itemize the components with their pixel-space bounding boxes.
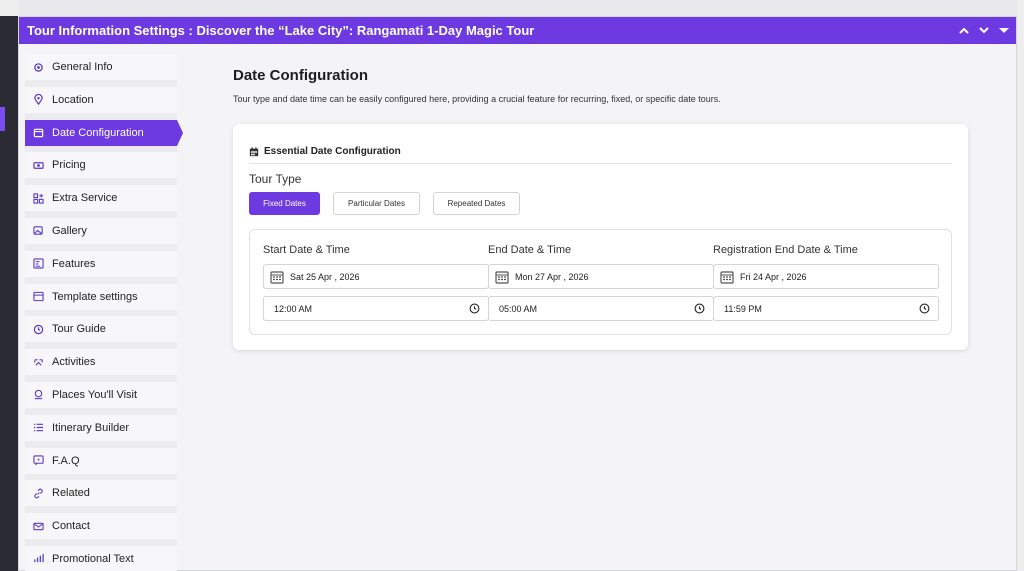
calendar-icon [33,127,44,138]
calendar-icon [249,146,259,157]
background-active-marker [0,107,5,131]
sidebar-item-activities[interactable]: Activities [25,349,177,376]
gallery-icon [33,225,44,236]
sidebar-item-extra-service[interactable]: Extra Service [25,185,177,212]
panel-title: Tour Information Settings : Discover the… [27,23,535,38]
date-time-box: Start Date & Time Sat 25 Apr , 2026 12:0… [249,229,952,335]
sidebar-item-label: Extra Service [52,192,118,205]
sidebar-item-label: Date Configuration [52,126,144,139]
sidebar-item-contact[interactable]: Contact [25,513,177,540]
map-pin-icon [33,94,44,106]
registration-end-time-field[interactable]: 11:59 PM [713,296,939,321]
calendar-icon [720,270,734,284]
clock-icon[interactable] [469,303,480,314]
tour-type-selector: Fixed Dates Particular Dates Repeated Da… [249,192,520,215]
guide-icon [33,324,44,335]
end-time-field[interactable]: 05:00 AM [488,296,714,321]
card-heading: Essential Date Configuration [264,146,401,157]
money-icon [33,160,44,171]
sidebar-item-places-youll-visit[interactable]: Places You'll Visit [25,381,177,408]
sidebar-item-label: Features [52,257,96,270]
settings-sidebar: General Info Location Date Configuration… [25,54,183,571]
sidebar-item-label: Promotional Text [52,552,134,565]
registration-end-date-field[interactable]: Fri 24 Apr , 2026 [713,264,939,289]
page-description: Tour type and date time can be easily co… [233,94,721,104]
grid-plus-icon [33,193,44,204]
background-window-top [0,0,18,16]
chevron-down-icon[interactable] [978,21,990,39]
sidebar-item-template-settings[interactable]: Template settings [25,283,177,310]
page-title: Date Configuration [233,67,368,84]
template-icon [33,291,44,302]
sidebar-item-label: Tour Guide [52,323,106,336]
start-date-field[interactable]: Sat 25 Apr , 2026 [263,264,489,289]
registration-end-date-value: Fri 24 Apr , 2026 [740,271,807,282]
sidebar-item-itinerary-builder[interactable]: Itinerary Builder [25,414,177,441]
start-time-field[interactable]: 12:00 AM [263,296,489,321]
faq-icon [33,455,44,466]
sidebar-item-label: Template settings [52,290,138,303]
sidebar-item-general-info[interactable]: General Info [25,54,177,80]
end-time-value: 05:00 AM [499,303,538,314]
sidebar-item-label: Location [52,93,94,106]
sidebar-item-tour-guide[interactable]: Tour Guide [25,316,177,343]
sidebar-item-location[interactable]: Location [25,86,177,113]
main-content: Date Configuration Tour type and date ti… [233,57,973,350]
sidebar-item-features[interactable]: Features [25,250,177,277]
list-icon [33,422,44,433]
end-date-value: Mon 27 Apr , 2026 [515,271,589,282]
caret-down-icon[interactable] [998,21,1010,39]
clock-icon[interactable] [919,303,930,314]
end-date-field[interactable]: Mon 27 Apr , 2026 [488,264,714,289]
sidebar-item-related[interactable]: Related [25,480,177,507]
sidebar-item-faq[interactable]: F.A.Q [25,447,177,474]
card-header: Essential Date Configuration [249,140,952,164]
sidebar-item-label: Places You'll Visit [52,388,138,401]
end-date-time-label: End Date & Time [488,244,572,256]
mail-icon [33,521,44,532]
start-date-time-label: Start Date & Time [263,244,350,256]
sidebar-item-label: Itinerary Builder [52,421,130,434]
repeated-dates-button[interactable]: Repeated Dates [433,192,520,215]
sidebar-item-gallery[interactable]: Gallery [25,217,177,244]
promo-icon [33,553,44,564]
sidebar-item-label: Gallery [52,224,87,237]
fixed-dates-button[interactable]: Fixed Dates [249,192,320,215]
sidebar-item-label: Activities [52,356,96,369]
features-icon [33,258,44,269]
activities-icon [33,357,44,368]
chevron-up-icon[interactable] [958,21,970,39]
settings-panel: Tour Information Settings : Discover the… [18,16,1017,571]
registration-end-time-value: 11:59 PM [724,303,762,314]
sidebar-item-promotional-text[interactable]: Promotional Text [25,545,177,571]
sidebar-item-label: F.A.Q [52,454,80,467]
background-window-strip [0,0,18,571]
panel-titlebar: Tour Information Settings : Discover the… [19,17,1016,44]
particular-dates-button[interactable]: Particular Dates [333,192,420,215]
sidebar-item-label: General Info [52,61,113,73]
gear-icon [33,62,44,73]
start-time-value: 12:00 AM [274,303,313,314]
panel-controls [958,21,1010,39]
start-date-value: Sat 25 Apr , 2026 [290,271,360,282]
places-icon [33,389,44,400]
sidebar-item-date-configuration[interactable]: Date Configuration [25,119,183,146]
calendar-icon [495,270,509,284]
sidebar-item-pricing[interactable]: Pricing [25,152,177,179]
registration-end-label: Registration End Date & Time [713,244,858,256]
essential-date-card: Essential Date Configuration Tour Type F… [233,124,968,350]
sidebar-item-label: Pricing [52,159,86,172]
sidebar-item-label: Contact [52,520,90,533]
clock-icon[interactable] [694,303,705,314]
sidebar-item-label: Related [52,487,90,500]
tour-type-label: Tour Type [249,172,302,186]
link-icon [33,488,44,499]
right-edge [1017,0,1024,571]
calendar-icon [270,270,284,284]
